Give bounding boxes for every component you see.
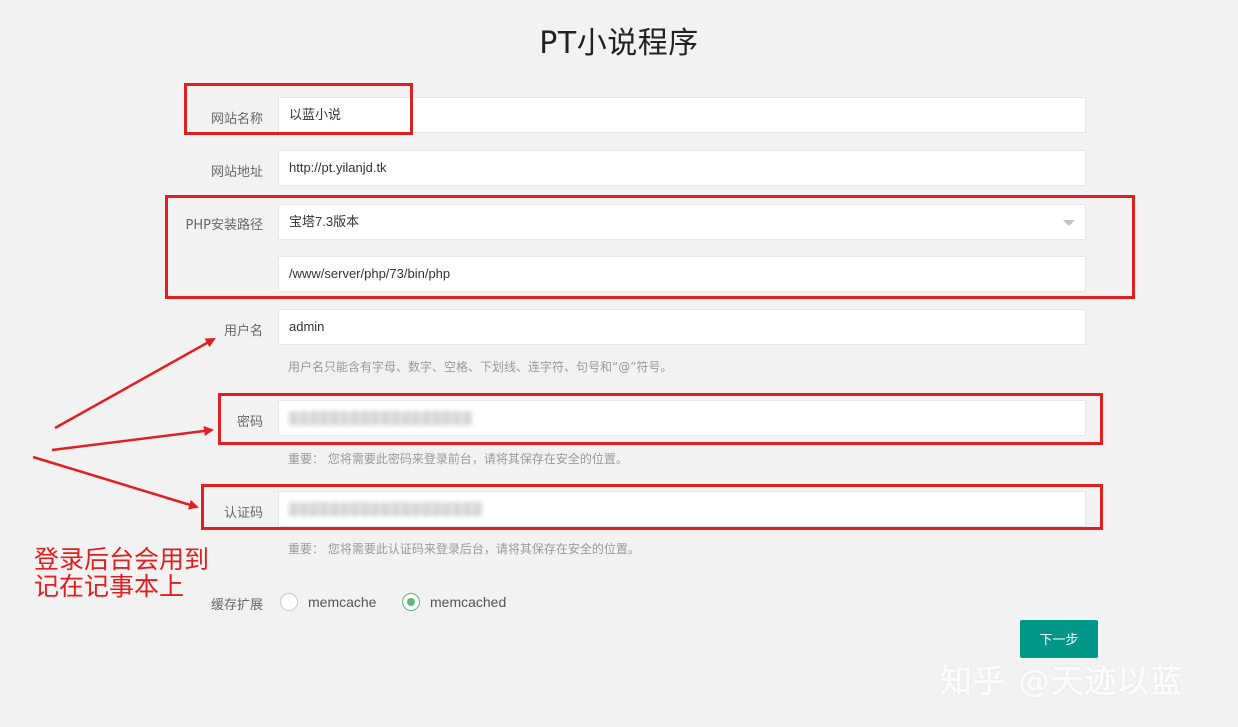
username-input[interactable]: admin xyxy=(278,309,1086,345)
highlight-box-site-name xyxy=(184,83,413,135)
password-hint: 重要： 您将需要此密码来登录前台，请将其保存在安全的位置。 xyxy=(288,452,628,466)
highlight-box-php-path xyxy=(165,195,1135,299)
highlight-box-auth-code xyxy=(201,484,1103,530)
annotation-line-2: 记在记事本上 xyxy=(34,572,185,601)
site-url-value: http://pt.yilanjd.tk xyxy=(289,160,387,175)
site-url-input[interactable]: http://pt.yilanjd.tk xyxy=(278,150,1086,186)
next-step-button[interactable]: 下一步 xyxy=(1020,620,1098,658)
annotation-line-1: 登录后台会用到 xyxy=(34,545,210,574)
radio-memcache[interactable] xyxy=(280,593,298,611)
username-hint: 用户名只能含有字母、数字、空格、下划线、连字符、句号和“@”符号。 xyxy=(288,360,673,374)
auth-code-hint: 重要： 您将需要此认证码来登录后台，请将其保存在安全的位置。 xyxy=(288,542,640,556)
highlight-box-password xyxy=(218,393,1103,445)
site-url-label: 网站地址 xyxy=(210,165,263,180)
annotation-note: 登录后台会用到 记在记事本上 xyxy=(34,546,209,600)
radio-memcache-label[interactable]: memcache xyxy=(308,594,376,610)
watermark: 知乎 @天迹以蓝 xyxy=(940,662,1184,700)
radio-memcached-label[interactable]: memcached xyxy=(430,594,506,610)
page-title: PT小说程序 xyxy=(539,26,699,61)
arrow-to-password xyxy=(51,426,214,452)
username-value: admin xyxy=(289,319,325,334)
username-label: 用户名 xyxy=(223,324,263,339)
radio-memcached[interactable] xyxy=(402,593,420,611)
arrow-to-auth-code xyxy=(32,455,199,510)
